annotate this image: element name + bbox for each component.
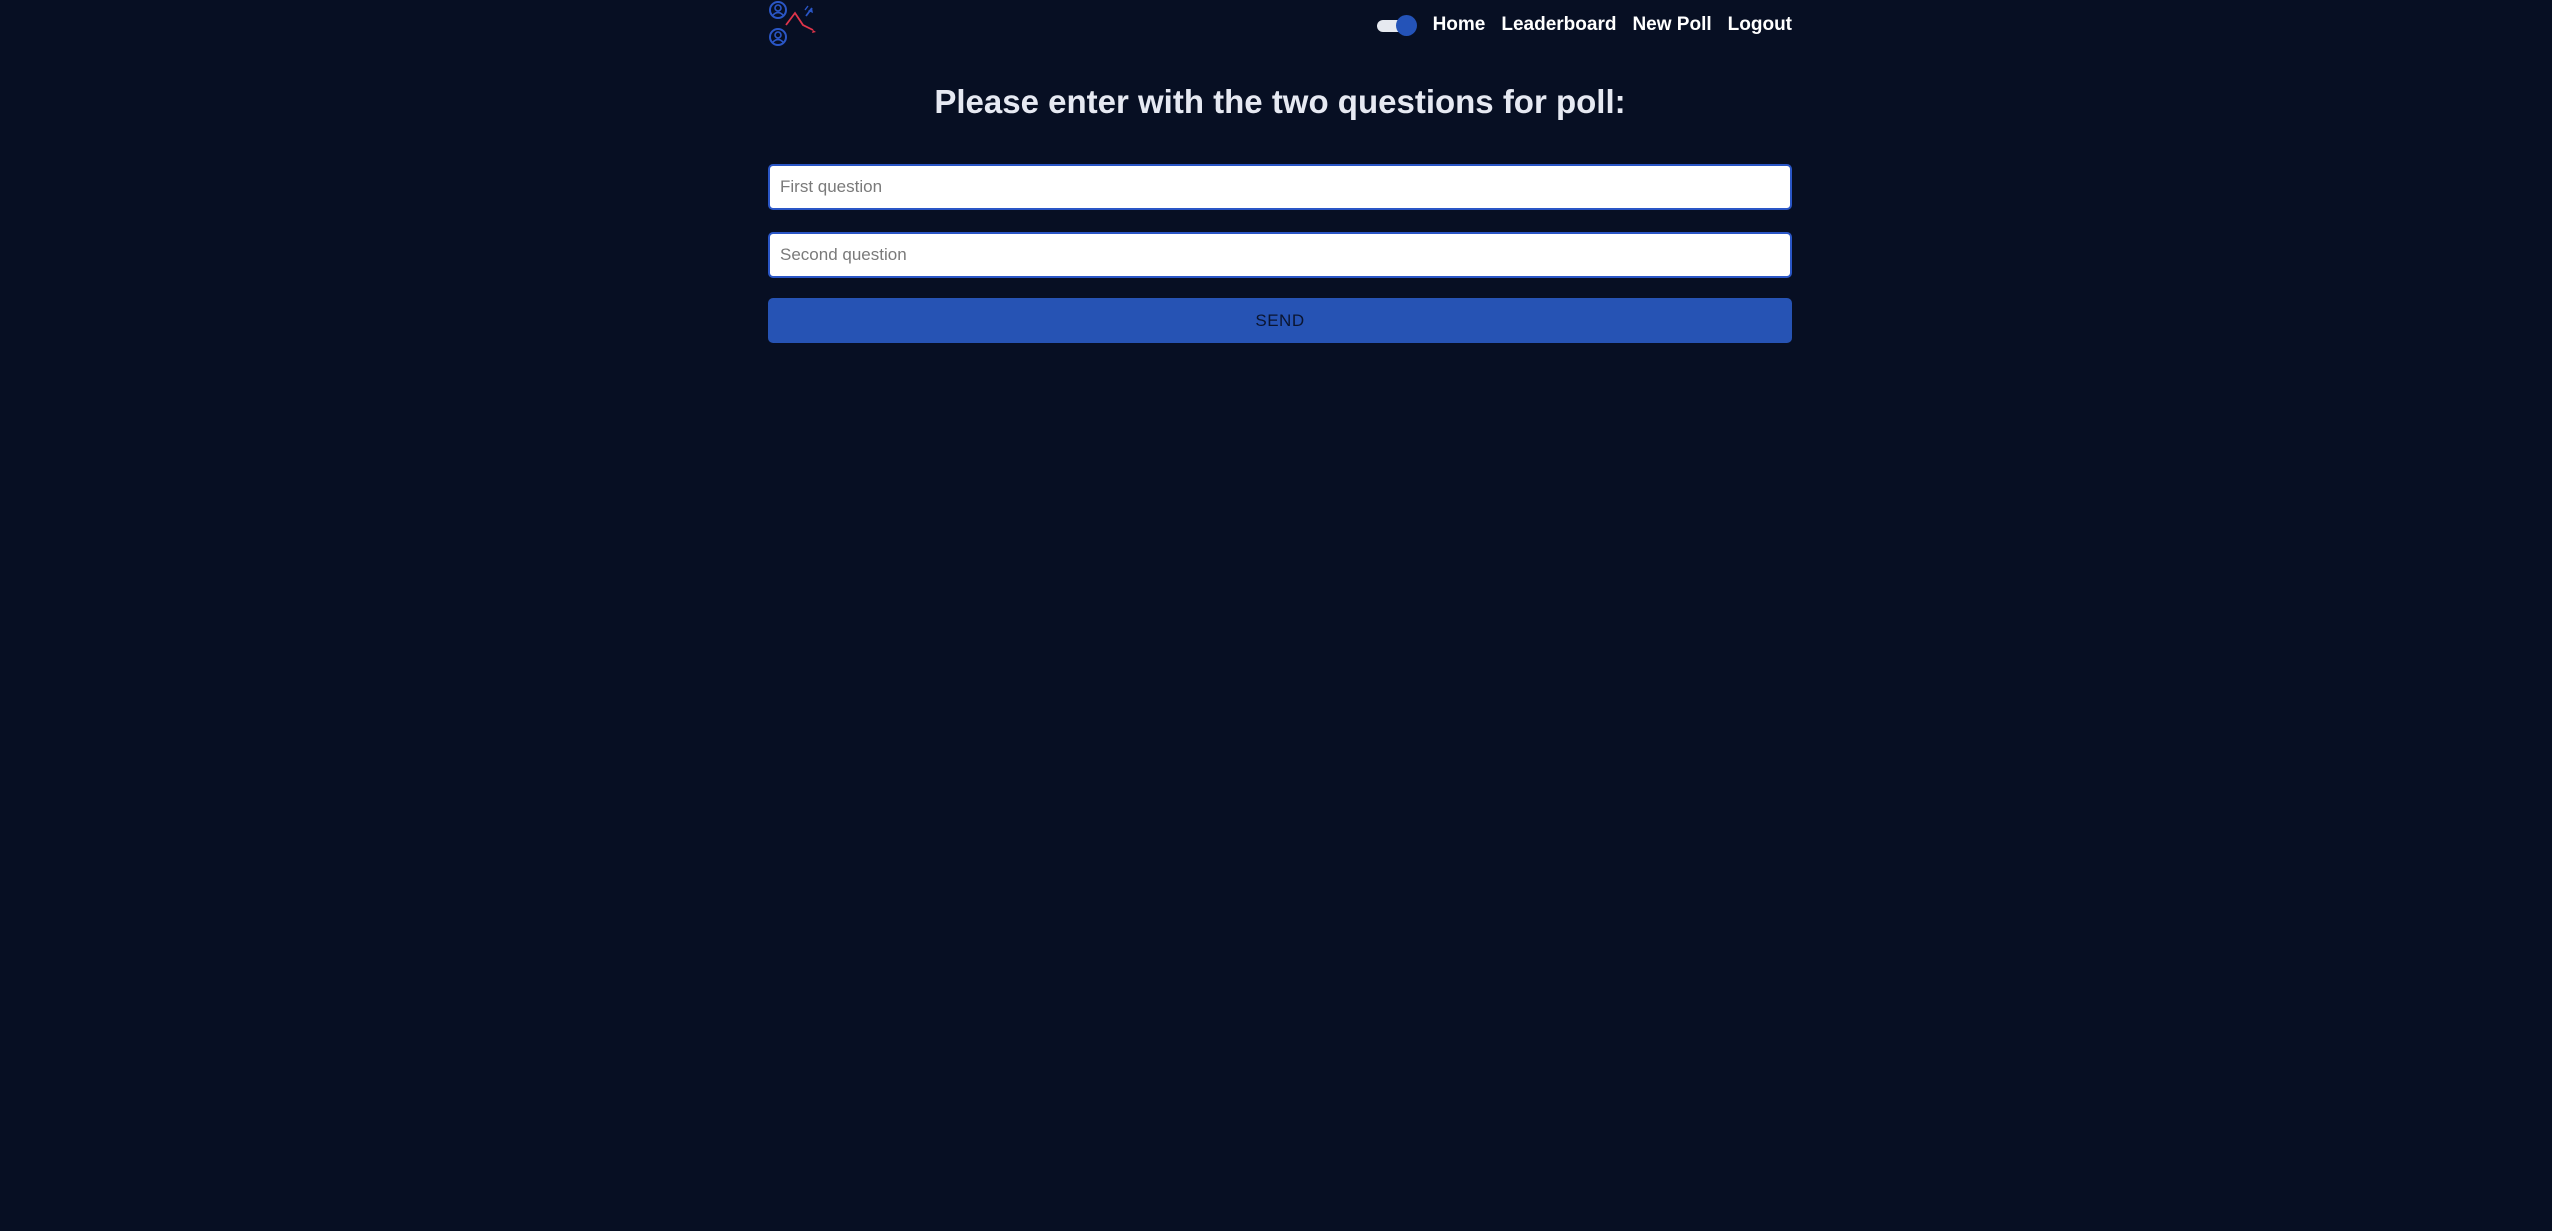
nav-link-new-poll[interactable]: New Poll — [1632, 14, 1711, 36]
navbar: Home Leaderboard New Poll Logout — [768, 0, 1792, 50]
nav-link-home[interactable]: Home — [1433, 14, 1486, 36]
send-button[interactable]: SEND — [768, 298, 1792, 343]
page-title: Please enter with the two questions for … — [934, 83, 1626, 120]
page: Home Leaderboard New Poll Logout Please … — [0, 0, 2552, 1231]
theme-toggle-switch[interactable] — [1376, 15, 1417, 36]
nav-links: Home Leaderboard New Poll Logout — [1376, 12, 1792, 38]
first-question-input[interactable] — [768, 164, 1792, 210]
nav-link-logout[interactable]: Logout — [1728, 14, 1792, 36]
main-container: Home Leaderboard New Poll Logout Please … — [768, 0, 1792, 343]
toggle-knob — [1395, 15, 1417, 36]
nav-link-leaderboard[interactable]: Leaderboard — [1501, 14, 1616, 36]
poll-app-logo-icon[interactable] — [768, 0, 820, 50]
second-question-input[interactable] — [768, 232, 1792, 278]
